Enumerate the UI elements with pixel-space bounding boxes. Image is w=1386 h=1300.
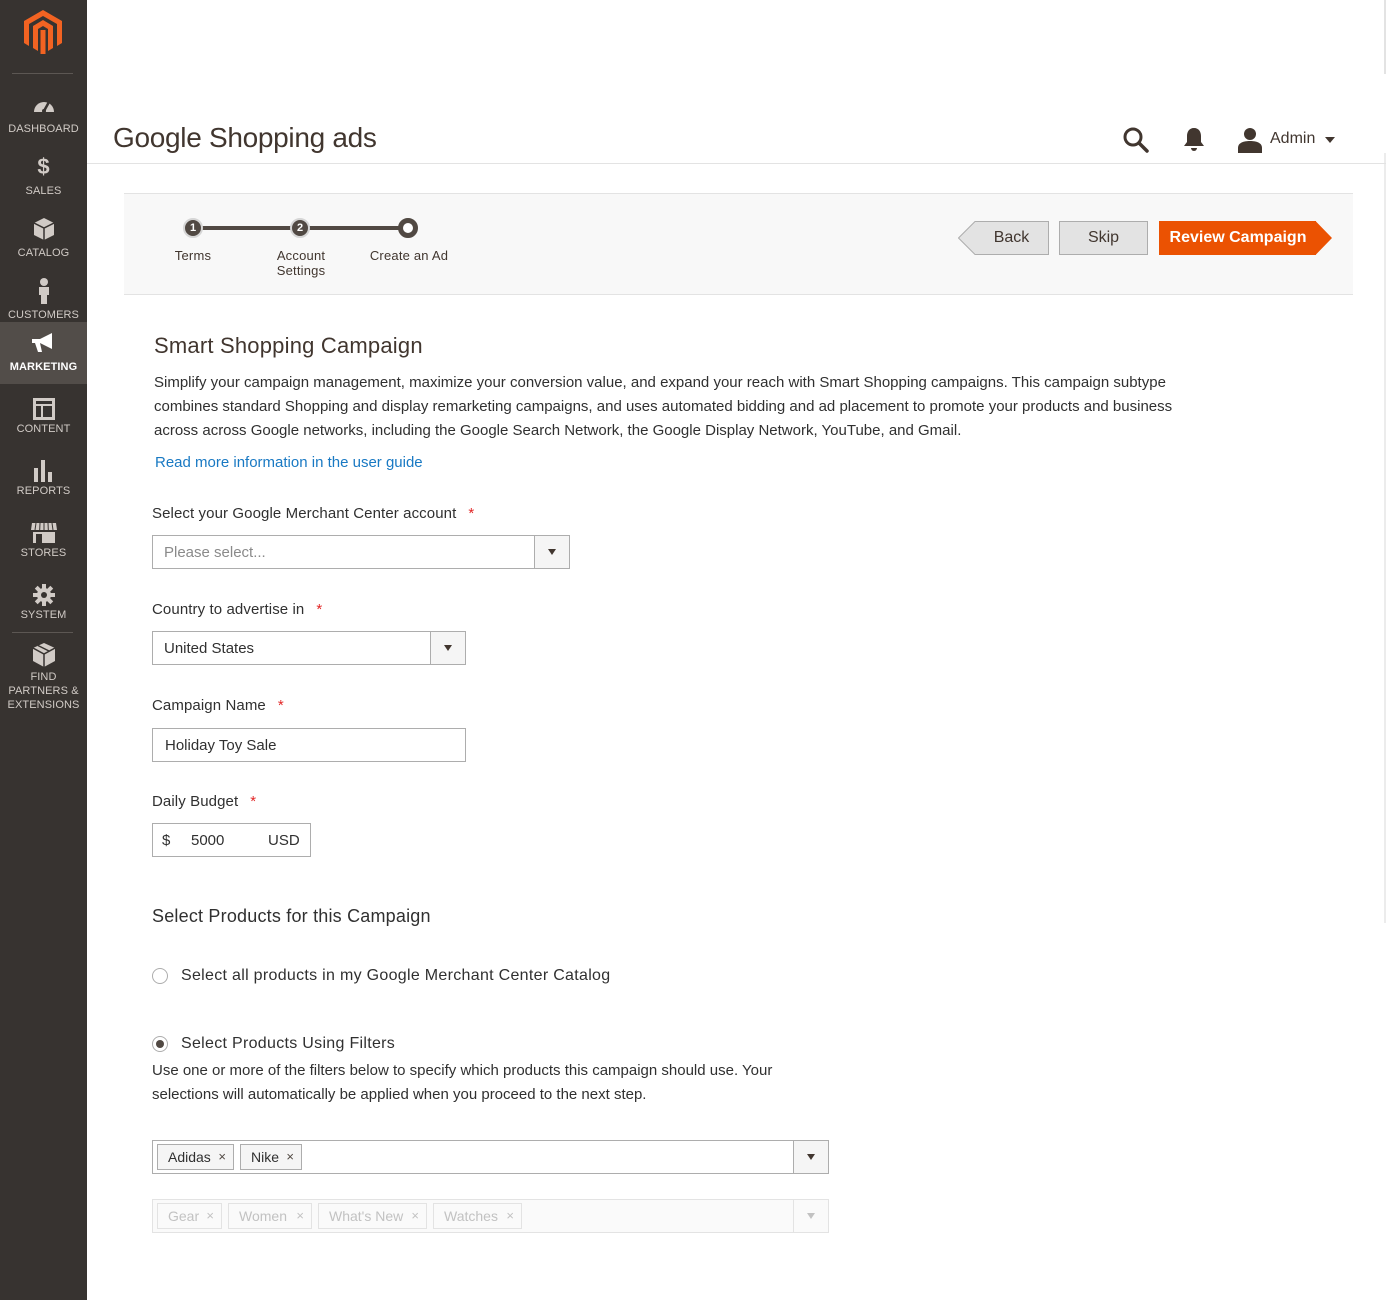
back-arrow-icon[interactable] <box>958 221 976 255</box>
page-title: Google Shopping ads <box>113 122 377 153</box>
sidebar-item-dashboard[interactable]: DASHBOARD <box>0 84 87 146</box>
country-select[interactable]: United States <box>152 631 466 665</box>
remove-tag-icon[interactable]: × <box>218 1145 226 1169</box>
customer-person-icon <box>0 278 87 304</box>
step-1-label: Terms <box>174 248 212 263</box>
sidebar-item-catalog[interactable]: CATALOG <box>0 208 87 270</box>
header-divider <box>87 163 1386 164</box>
merchant-account-select[interactable]: Please select... <box>152 535 570 569</box>
section-description: Simplify your campaign management, maxim… <box>154 374 1173 439</box>
content-layout-icon <box>0 396 87 422</box>
required-marker: * <box>468 505 475 522</box>
caret-down-icon <box>807 1213 815 1219</box>
daily-budget-input[interactable]: $ 5000 USD <box>152 823 311 857</box>
step-3-label: Create an Ad <box>369 248 449 263</box>
admin-sidebar: DASHBOARD $ SALES CATALOG CUSTOMERS MARK… <box>0 0 87 1300</box>
review-campaign-button[interactable]: Review Campaign <box>1159 221 1316 255</box>
campaign-name-input[interactable]: Holiday Toy Sale <box>152 728 466 762</box>
progress-line <box>301 226 408 230</box>
filter-tag-whats-new: What's New × <box>318 1203 427 1229</box>
campaign-name-value: Holiday Toy Sale <box>165 737 277 754</box>
progress-line <box>195 226 301 230</box>
select-toggle-button[interactable] <box>793 1141 828 1173</box>
select-toggle-button[interactable] <box>430 632 465 664</box>
sidebar-item-marketing[interactable]: MARKETING <box>0 322 87 384</box>
dashboard-icon <box>0 92 87 118</box>
caret-down-icon <box>548 549 556 555</box>
search-icon[interactable] <box>1122 126 1150 154</box>
products-section-title: Select Products for this Campaign <box>152 906 431 926</box>
sidebar-item-content[interactable]: CONTENT <box>0 394 87 456</box>
required-marker: * <box>277 697 284 714</box>
currency-code: USD <box>268 832 300 849</box>
merchant-account-placeholder: Please select... <box>164 544 266 561</box>
section-title: Smart Shopping Campaign <box>154 333 423 358</box>
filter-tag-nike: Nike × <box>240 1144 302 1170</box>
country-value: United States <box>164 640 255 657</box>
country-label: Country to advertise in * <box>152 601 323 618</box>
filter-tag-women: Women × <box>228 1203 312 1229</box>
bar-chart-icon <box>0 458 87 484</box>
step-1-indicator[interactable]: 1 <box>183 218 203 238</box>
step-2-label: Account Settings <box>276 248 326 278</box>
remove-tag-icon[interactable]: × <box>286 1145 294 1169</box>
caret-down-icon <box>444 645 452 651</box>
dollar-icon: $ <box>37 154 50 179</box>
storefront-icon <box>0 520 87 546</box>
daily-budget-label: Daily Budget * <box>152 793 257 810</box>
user-account-icon[interactable] <box>1236 127 1264 153</box>
forward-arrow-icon[interactable] <box>1315 221 1332 255</box>
remove-tag-icon: × <box>506 1208 514 1223</box>
gear-icon <box>0 582 87 608</box>
step-3-indicator <box>398 218 418 238</box>
select-filtered-products-label[interactable]: Select Products Using Filters <box>181 1035 395 1053</box>
user-guide-link[interactable]: Read more information in the user guide <box>155 454 423 471</box>
filter-tag-gear: Gear × <box>157 1203 222 1229</box>
remove-tag-icon: × <box>296 1208 304 1223</box>
skip-button[interactable]: Skip <box>1059 221 1148 255</box>
brand-filter-multiselect[interactable]: Adidas × Nike × <box>152 1140 829 1174</box>
sidebar-item-reports[interactable]: REPORTS <box>0 456 87 518</box>
required-marker: * <box>316 601 323 618</box>
select-toggle-button <box>793 1200 828 1232</box>
logo-divider <box>12 73 73 74</box>
filter-tag-adidas: Adidas × <box>157 1144 234 1170</box>
caret-down-icon <box>807 1154 815 1160</box>
catalog-box-icon <box>0 216 87 242</box>
magento-logo-icon[interactable] <box>24 10 62 54</box>
filter-description: Use one or more of the filters below to … <box>152 1062 773 1103</box>
remove-tag-icon: × <box>206 1208 214 1223</box>
currency-symbol: $ <box>162 832 171 849</box>
chevron-down-icon[interactable] <box>1325 137 1335 143</box>
extensions-box-icon <box>0 642 87 668</box>
step-2-indicator[interactable]: 2 <box>290 218 310 238</box>
sidebar-item-find-partners-extensions[interactable]: FIND PARTNERS & EXTENSIONS <box>0 642 87 714</box>
sidebar-item-sales[interactable]: $ SALES <box>0 146 87 208</box>
campaign-name-label: Campaign Name * <box>152 697 284 714</box>
filter-tag-watches: Watches × <box>433 1203 522 1229</box>
required-marker: * <box>250 793 257 810</box>
back-button[interactable]: Back <box>975 221 1049 255</box>
sidebar-item-stores[interactable]: STORES <box>0 518 87 580</box>
select-all-products-radio[interactable] <box>152 968 168 984</box>
sidebar-divider <box>12 632 73 633</box>
megaphone-icon <box>0 330 87 356</box>
remove-tag-icon: × <box>411 1208 419 1223</box>
select-filtered-products-radio[interactable] <box>152 1036 168 1052</box>
notifications-bell-icon[interactable] <box>1182 127 1206 153</box>
category-filter-multiselect: Gear × Women × What's New × Watches × <box>152 1199 829 1233</box>
select-all-products-label[interactable]: Select all products in my Google Merchan… <box>181 967 610 985</box>
merchant-account-label: Select your Google Merchant Center accou… <box>152 505 475 522</box>
select-toggle-button[interactable] <box>534 536 569 568</box>
daily-budget-value: 5000 <box>191 832 225 849</box>
user-menu-name[interactable]: Admin <box>1270 130 1315 148</box>
